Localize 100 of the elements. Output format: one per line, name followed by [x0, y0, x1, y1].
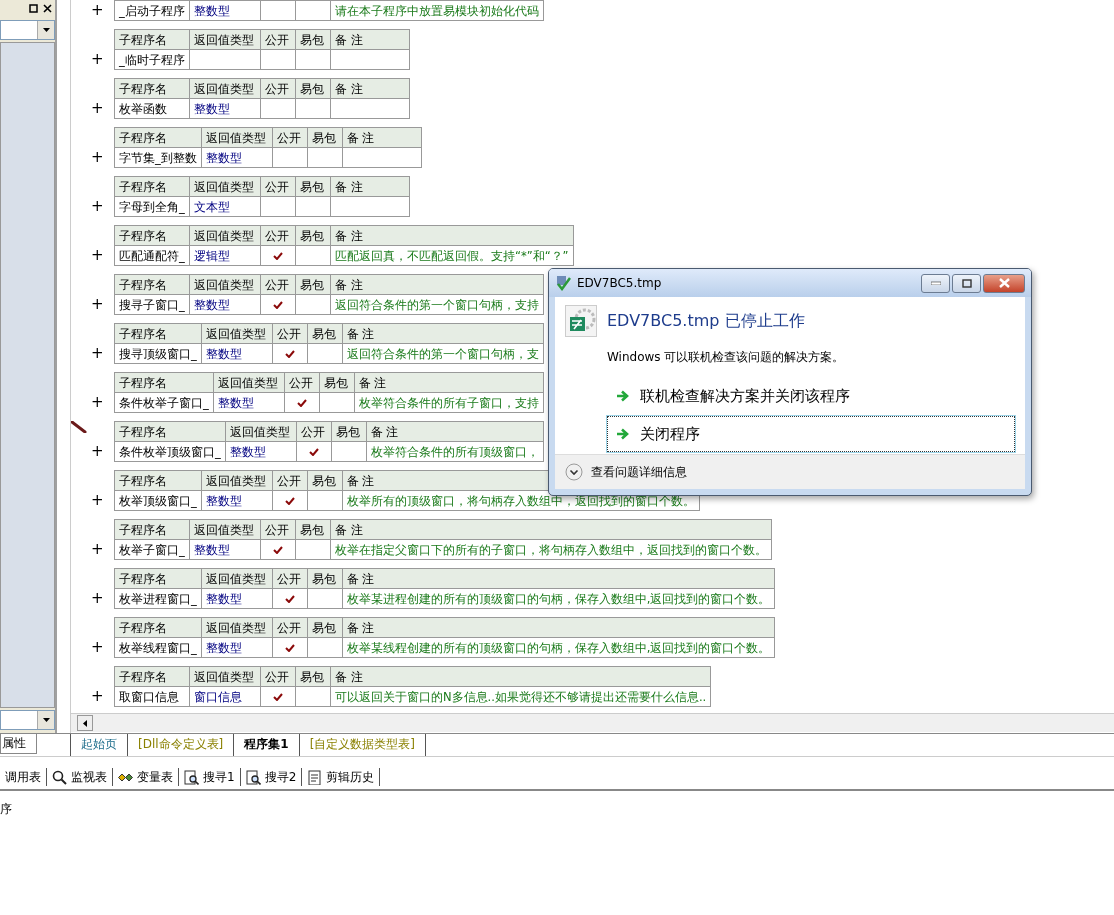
column-header: 易包 [307, 470, 343, 491]
column-header: 公开 [260, 176, 296, 197]
column-header: 返回值类型 [201, 568, 273, 589]
dialog-message: Windows 可以联机检查该问题的解决方案。 [607, 349, 846, 366]
column-header: 易包 [295, 176, 331, 197]
column-header: 返回值类型 [189, 176, 261, 197]
expand-toggle[interactable]: + [91, 343, 104, 363]
column-header: 子程序名 [114, 78, 190, 99]
table-cell: 枚举线程窗口_ [114, 637, 202, 658]
command-link[interactable]: 联机检查解决方案并关闭该程序 [607, 378, 1015, 414]
table-cell: 枚举函数 [114, 98, 190, 119]
page-search-icon [184, 769, 199, 785]
column-header: 备 注 [342, 568, 775, 589]
column-header: 备 注 [330, 274, 544, 295]
table-cell: 匹配返回真，不匹配返回假。支持“*”和“？” [330, 245, 574, 266]
properties-tab[interactable]: 属性 [0, 734, 37, 754]
column-header: 易包 [331, 421, 367, 442]
column-header: 返回值类型 [189, 519, 261, 540]
minimize-button[interactable] [921, 273, 950, 293]
table-cell [295, 98, 331, 119]
column-header: 子程序名 [114, 127, 202, 148]
expand-toggle[interactable]: + [91, 539, 104, 559]
column-header: 公开 [296, 421, 332, 442]
column-header: 公开 [260, 519, 296, 540]
dropdown-field[interactable] [0, 710, 55, 730]
column-header: 易包 [319, 372, 355, 393]
column-header: 返回值类型 [201, 127, 273, 148]
expand-toggle[interactable]: + [91, 147, 104, 167]
app-icon [565, 305, 597, 337]
expand-toggle[interactable]: + [91, 588, 104, 608]
table-cell: 字节集_到整数 [114, 147, 202, 168]
toolbar-button[interactable]: 调用表 [0, 768, 47, 786]
toolbar-button[interactable]: 搜寻1 [179, 768, 241, 786]
expand-toggle[interactable]: + [91, 245, 104, 265]
column-header: 易包 [307, 617, 343, 638]
table-cell: _启动子程序 [114, 0, 190, 21]
column-header: 子程序名 [114, 29, 190, 50]
page-search-icon [245, 769, 261, 785]
chevron-down-icon[interactable] [565, 463, 583, 481]
column-header: 子程序名 [114, 519, 190, 540]
expand-toggle[interactable]: + [91, 49, 104, 69]
column-header: 公开 [260, 29, 296, 50]
column-header: 易包 [307, 323, 343, 344]
magnifier-icon [52, 769, 67, 785]
expand-toggle[interactable]: + [91, 686, 104, 706]
close-button[interactable] [983, 273, 1025, 293]
table-cell: 整数型 [201, 343, 273, 364]
column-header: 易包 [295, 29, 331, 50]
toolbar-button[interactable]: 搜寻2 [240, 768, 303, 786]
expand-toggle[interactable]: + [91, 392, 104, 412]
close-icon[interactable] [41, 2, 53, 14]
column-header: 子程序名 [114, 323, 202, 344]
expand-toggle[interactable]: + [91, 637, 104, 657]
column-header: 返回值类型 [225, 421, 297, 442]
table-cell: 枚举子窗口_ [114, 539, 190, 560]
restore-icon[interactable] [27, 2, 39, 14]
expand-toggle[interactable]: + [91, 294, 104, 314]
column-header: 公开 [260, 225, 296, 246]
column-header: 备 注 [354, 372, 544, 393]
column-header: 备 注 [330, 29, 410, 50]
editor-tab[interactable]: 起始页 [70, 734, 128, 756]
column-header: 公开 [272, 470, 308, 491]
expand-toggle[interactable]: + [91, 441, 104, 461]
editor-tab[interactable]: [自定义数据类型表] [298, 734, 426, 756]
table-cell: 整数型 [189, 0, 261, 21]
expand-toggle[interactable]: + [91, 0, 104, 20]
table-cell: 条件枚举子窗口_ [114, 392, 214, 413]
column-header: 易包 [295, 519, 331, 540]
table-cell: 返回符合条件的第一个窗口句柄，支 [342, 343, 544, 364]
expand-toggle[interactable]: + [91, 98, 104, 118]
maximize-button[interactable] [952, 273, 981, 293]
column-header: 子程序名 [114, 274, 190, 295]
command-link[interactable]: 关闭程序 [607, 416, 1015, 452]
expand-toggle[interactable]: + [91, 490, 104, 510]
column-header: 返回值类型 [189, 274, 261, 295]
column-header: 公开 [272, 617, 308, 638]
expand-toggle[interactable]: + [91, 196, 104, 216]
toolbar-button[interactable]: 剪辑历史 [302, 768, 381, 786]
toolbar-button[interactable]: 变量表 [113, 768, 179, 786]
column-header: 备 注 [330, 176, 410, 197]
table-cell: 窗口信息 [189, 686, 261, 707]
table-cell: 搜寻子窗口_ [114, 294, 190, 315]
column-header: 子程序名 [114, 470, 202, 491]
column-header: 子程序名 [114, 421, 226, 442]
table-cell [295, 0, 331, 21]
table-cell: 枚举符合条件的所有子窗口，支持 [354, 392, 544, 413]
table-cell: 搜寻顶级窗口_ [114, 343, 202, 364]
scroll-left-icon[interactable] [77, 715, 93, 731]
dropdown-field[interactable] [0, 20, 55, 40]
arrow-right-icon [616, 428, 630, 440]
table-cell: 整数型 [201, 637, 273, 658]
column-header: 易包 [295, 666, 331, 687]
table-cell: 枚举符合条件的所有顶级窗口， [366, 441, 544, 462]
table-cell: 整数型 [201, 147, 273, 168]
toolbar-button[interactable]: 监视表 [47, 768, 113, 786]
table-cell: 文本型 [189, 196, 261, 217]
table-cell: 逻辑型 [189, 245, 261, 266]
column-header: 备 注 [330, 225, 574, 246]
page-icon [307, 769, 323, 785]
column-header: 子程序名 [114, 568, 202, 589]
